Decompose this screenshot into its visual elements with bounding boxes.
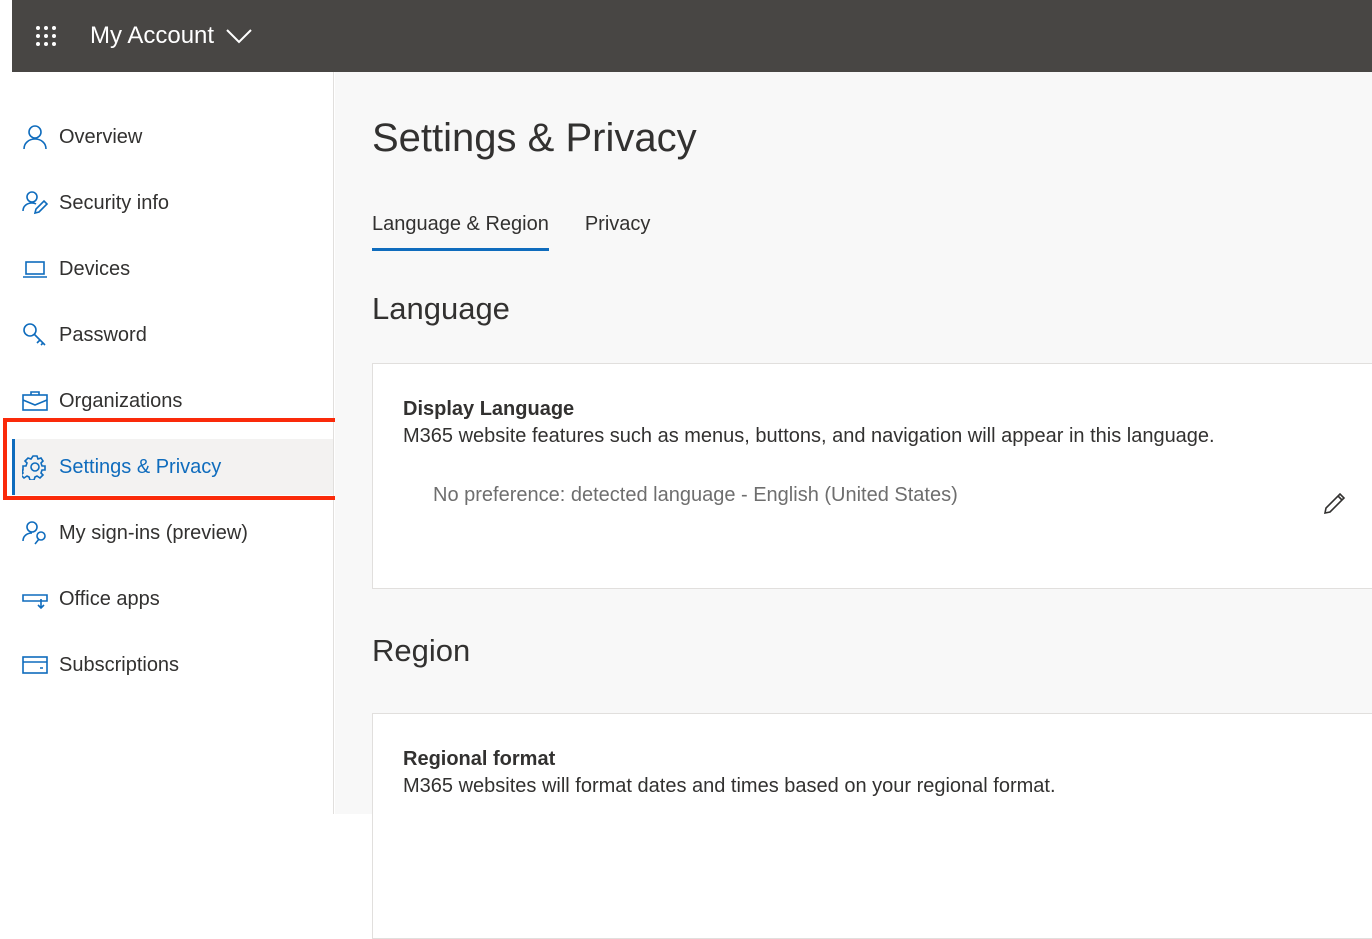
key-icon — [23, 323, 46, 346]
display-language-value: No preference: detected language - Engli… — [433, 484, 958, 506]
card-title: Display Language — [403, 398, 575, 420]
main-content: Settings & Privacy Language & Region Pri… — [335, 72, 1372, 939]
sidebar-item-label: Organizations — [59, 389, 183, 412]
sidebar: Overview Security info Devices Password … — [0, 72, 334, 814]
tab-bar: Language & Region Privacy — [372, 213, 1372, 251]
card-title: Regional format — [403, 748, 556, 770]
regional-format-card: Regional format M365 websites will forma… — [372, 713, 1372, 939]
top-bar: My Account — [12, 0, 1372, 72]
chevron-down-icon — [226, 29, 252, 44]
install-icon — [22, 594, 48, 610]
sidebar-item-settings-privacy[interactable]: Settings & Privacy — [12, 439, 333, 495]
section-heading-language: Language — [372, 291, 510, 326]
sidebar-item-label: Password — [59, 323, 147, 346]
pencil-icon[interactable] — [1322, 490, 1348, 516]
sidebar-item-label: Office apps — [59, 587, 160, 610]
sidebar-item-label: Devices — [59, 257, 131, 280]
person-edit-icon — [22, 191, 48, 215]
sidebar-item-devices[interactable]: Devices — [0, 236, 333, 302]
sidebar-item-office-apps[interactable]: Office apps — [0, 566, 333, 632]
display-language-card: Display Language M365 website features s… — [372, 363, 1372, 589]
person-icon — [23, 125, 47, 150]
sidebar-item-label: Settings & Privacy — [59, 455, 222, 478]
sidebar-item-label: My sign-ins (preview) — [59, 521, 248, 544]
briefcase-icon — [22, 391, 48, 411]
sidebar-item-organizations[interactable]: Organizations — [0, 368, 333, 434]
sidebar-item-my-sign-ins[interactable]: My sign-ins (preview) — [0, 500, 333, 566]
sidebar-item-label: Overview — [59, 125, 143, 148]
tab-privacy[interactable]: Privacy — [585, 213, 651, 251]
sidebar-item-password[interactable]: Password — [0, 302, 333, 368]
card-icon — [22, 656, 48, 674]
sidebar-item-subscriptions[interactable]: Subscriptions — [0, 632, 333, 698]
gear-icon — [22, 455, 46, 480]
sidebar-item-label: Subscriptions — [59, 653, 180, 676]
app-title-dropdown[interactable]: My Account — [90, 22, 252, 50]
card-description: M365 website features such as menus, but… — [403, 425, 1215, 447]
tab-language-region[interactable]: Language & Region — [372, 213, 549, 251]
app-title: My Account — [90, 22, 215, 49]
sidebar-item-overview[interactable]: Overview — [0, 104, 333, 170]
waffle-icon[interactable] — [34, 24, 58, 48]
sidebar-item-security-info[interactable]: Security info — [0, 170, 333, 236]
sidebar-item-label: Security info — [59, 191, 170, 214]
laptop-icon — [23, 261, 47, 278]
card-description: M365 websites will format dates and time… — [403, 775, 1056, 797]
person-key-icon — [22, 521, 46, 545]
page-title: Settings & Privacy — [372, 116, 697, 160]
section-heading-region: Region — [372, 633, 471, 668]
